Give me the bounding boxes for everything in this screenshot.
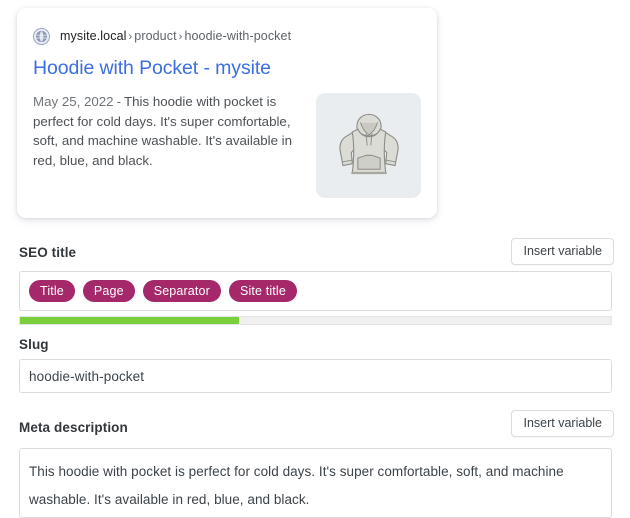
variable-pill-title[interactable]: Title <box>29 280 75 302</box>
variable-pill-separator[interactable]: Separator <box>143 280 221 302</box>
breadcrumb-path: mysite.local›product›hoodie-with-pocket <box>60 29 291 43</box>
hoodie-image <box>329 106 409 186</box>
preview-date-separator: - <box>114 94 124 109</box>
search-result-preview-card: mysite.local›product›hoodie-with-pocket … <box>17 8 437 218</box>
progress-fill <box>20 317 239 324</box>
preview-date: May 25, 2022 <box>33 94 114 109</box>
preview-title-link[interactable]: Hoodie with Pocket - mysite <box>33 57 421 80</box>
preview-content: mysite.local›product›hoodie-with-pocket … <box>17 8 437 218</box>
slug-input[interactable]: hoodie-with-pocket <box>19 359 612 393</box>
breadcrumb: mysite.local›product›hoodie-with-pocket <box>33 26 421 46</box>
meta-description-label: Meta description <box>19 420 128 435</box>
slug-label: Slug <box>19 337 49 352</box>
variable-pill-site-title[interactable]: Site title <box>229 280 297 302</box>
meta-description-value: This hoodie with pocket is perfect for c… <box>29 458 602 514</box>
seo-title-length-progress-bar <box>19 316 612 325</box>
breadcrumb-segment-slug: hoodie-with-pocket <box>184 29 291 43</box>
insert-variable-button-meta-description[interactable]: Insert variable <box>511 410 614 437</box>
slug-value: hoodie-with-pocket <box>29 369 144 384</box>
meta-description-textarea[interactable]: This hoodie with pocket is perfect for c… <box>19 448 612 518</box>
seo-title-label: SEO title <box>19 245 76 260</box>
insert-variable-button-seo-title[interactable]: Insert variable <box>511 238 614 265</box>
globe-icon <box>33 28 50 45</box>
seo-title-input[interactable]: Title Page Separator Site title <box>19 271 612 311</box>
preview-thumbnail <box>316 93 421 198</box>
preview-description: May 25, 2022-This hoodie with pocket is … <box>33 92 301 170</box>
seo-editor-panel: mysite.local›product›hoodie-with-pocket … <box>0 0 630 504</box>
breadcrumb-domain: mysite.local <box>60 29 127 43</box>
breadcrumb-segment-product: product <box>134 29 176 43</box>
variable-pill-page[interactable]: Page <box>83 280 135 302</box>
